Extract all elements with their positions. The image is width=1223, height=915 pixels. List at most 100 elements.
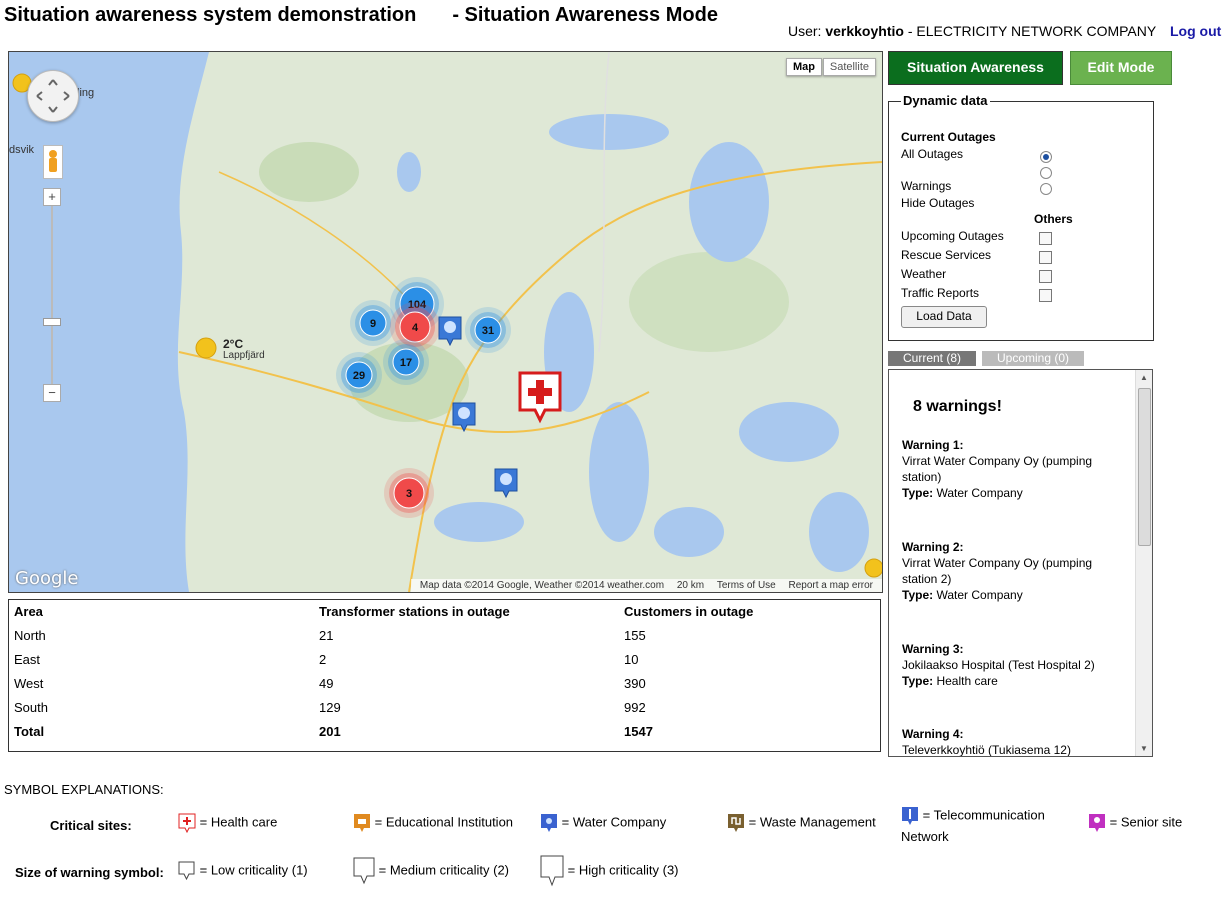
legend-text: = Low criticality (1) [199,862,308,878]
logout-link[interactable]: Log out [1170,23,1221,39]
upcoming-outages-label: Upcoming Outages [901,229,1004,243]
outage-cluster-marker[interactable]: 31 [465,307,511,353]
cell-area: North [14,628,46,643]
upcoming-outages-checkbox[interactable] [1039,232,1052,245]
place-label: ling [77,87,95,99]
warning-item: Warning 3: Jokilaakso Hospital (Test Hos… [902,641,1122,689]
legend-telecom: = Telecommunication [901,806,1045,826]
tab-current[interactable]: Current (8) [888,351,976,366]
weather-label: Weather [901,267,947,281]
weather-sun-icon[interactable] [193,335,219,361]
user-prefix: User: [788,23,822,39]
legend-high-criticality: = High criticality (3) [540,855,679,887]
critical-sites-label: Critical sites: [50,818,132,833]
cell-transformers: 21 [319,628,334,643]
weather-sun-icon[interactable] [863,557,883,579]
water-marker[interactable] [451,401,477,433]
warning-type: Type: Water Company [902,588,1023,602]
terms-link[interactable]: Terms of Use [717,580,776,591]
health-care-marker[interactable] [517,370,563,424]
legend-text: = Water Company [561,814,667,830]
cell-customers: 10 [624,652,639,667]
water-marker[interactable] [493,467,519,499]
cell-area: West [14,676,44,691]
senior-icon [1089,814,1105,832]
user-company: - ELECTRICITY NETWORK COMPANY [907,23,1157,39]
traffic-reports-label: Traffic Reports [901,286,980,300]
col-transformers: Transformer stations in outage [319,604,510,619]
google-logo: Google [15,568,79,589]
zoom-track[interactable] [51,192,53,392]
dynamic-data-legend: Dynamic data [901,93,990,108]
map-footer: Map data ©2014 Google, Weather ©2014 wea… [410,579,882,592]
map-type-map-button[interactable]: Map [786,58,822,76]
cell-transformers: 49 [319,676,334,691]
legend-education: = Educational Institution [353,813,513,833]
weather-checkbox[interactable] [1039,270,1052,283]
high-criticality-icon [540,855,564,887]
scroll-down-icon[interactable]: ▼ [1140,744,1148,753]
tab-upcoming[interactable]: Upcoming (0) [982,351,1084,366]
outage-cluster-marker[interactable]: 3 [384,468,434,518]
legend-text: = Senior site [1109,814,1183,830]
user-info: User: verkkoyhtio - ELECTRICITY NETWORK … [788,23,1156,39]
rescue-services-label: Rescue Services [901,248,992,262]
water-marker[interactable] [437,315,463,347]
outage-cluster-marker[interactable]: 29 [336,352,382,398]
legend-medium-criticality: = Medium criticality (2) [353,857,509,885]
load-data-button[interactable]: Load Data [901,306,987,328]
page-title: Situation awareness system demonstration… [4,4,718,27]
warnings-list[interactable]: 8 warnings! Warning 1: Virrat Water Comp… [888,369,1153,757]
user-name: verkkoyhtio [825,23,904,39]
all-outages-radio[interactable] [1040,151,1052,163]
education-icon [354,814,370,832]
zoom-slider-handle[interactable] [43,318,61,326]
cluster-count: 31 [482,325,494,337]
outage-cluster-marker[interactable]: 9 [350,300,396,346]
warning-item: Warning 1: Virrat Water Company Oy (pump… [902,437,1122,501]
edit-mode-button[interactable]: Edit Mode [1070,51,1172,85]
cell-customers: 155 [624,628,646,643]
cell-area: East [14,652,41,667]
legend-waste: = Waste Management [727,813,876,833]
zoom-in-button[interactable]: + [43,188,61,206]
waste-icon [728,814,744,832]
app-title: Situation awareness system demonstration [4,4,417,26]
col-area: Area [14,604,43,619]
scroll-up-icon[interactable]: ▲ [1140,373,1148,382]
cluster-count: 29 [353,370,365,382]
cell-customers: 390 [624,676,646,691]
map-type-satellite-button[interactable]: Satellite [822,58,876,76]
warning-size-label: Size of warning symbol: [15,865,164,880]
rescue-services-checkbox[interactable] [1039,251,1052,264]
cell-customers: 992 [624,700,646,715]
outages-radio-2[interactable] [1040,167,1052,179]
zoom-out-button[interactable]: − [43,384,61,402]
low-criticality-icon [178,861,195,881]
table-row: West 49 390 [9,672,880,696]
table-row: East 2 10 [9,648,880,672]
place-label: dsvik [9,144,35,156]
legend-senior: = Senior site [1088,813,1182,833]
legend-text: = Telecommunication [922,807,1045,823]
street-view-pegman-icon[interactable] [43,145,63,179]
table-row: North 21 155 [9,624,880,648]
cluster-count: 3 [406,488,412,500]
warnings-scrollbar[interactable]: ▲ ▼ [1135,370,1152,756]
pan-arrows-icon [36,79,70,113]
outage-cluster-marker[interactable]: 17 [383,339,429,385]
scroll-thumb[interactable] [1138,388,1151,546]
legend-text: = Medium criticality (2) [378,862,510,878]
warning-name: Jokilaakso Hospital (Test Hospital 2) [902,658,1095,672]
warnings-radio[interactable] [1040,183,1052,195]
cell-transformers: 201 [319,724,341,739]
traffic-reports-checkbox[interactable] [1039,289,1052,302]
report-error-link[interactable]: Report a map error [789,580,873,591]
situation-awareness-button[interactable]: Situation Awareness [888,51,1063,85]
pan-control[interactable] [27,70,79,122]
map-scale: 20 km [676,580,705,591]
map-view[interactable]: 104 9 4 31 17 29 3 2°C Lappfjärd ling dsvik + … [8,51,883,593]
symbol-explanations-title: SYMBOL EXPLANATIONS: [4,782,164,797]
hide-outages-label: Hide Outages [901,196,975,210]
legend-telecom-cont: Network [901,829,949,844]
